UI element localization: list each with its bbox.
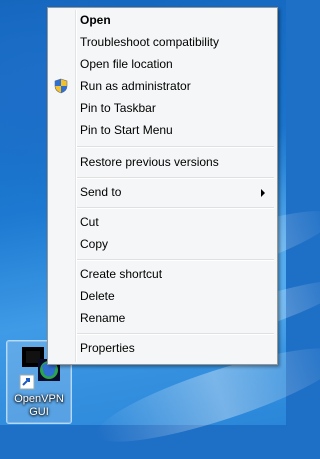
- context-menu: Open Troubleshoot compatibility Open fil…: [47, 7, 278, 365]
- menu-item-label: Copy: [80, 237, 109, 251]
- menu-item-label: Create shortcut: [80, 267, 163, 281]
- desktop-icon-label: OpenVPN GUI: [14, 393, 64, 418]
- menu-item-rename[interactable]: Rename: [51, 307, 274, 329]
- menu-separator: [77, 207, 274, 209]
- menu-item-create-shortcut[interactable]: Create shortcut: [51, 263, 274, 285]
- submenu-arrow-icon: [261, 189, 265, 197]
- menu-item-cut[interactable]: Cut: [51, 211, 274, 233]
- menu-item-label: Pin to Start Menu: [80, 123, 173, 137]
- menu-item-open-file-location[interactable]: Open file location: [51, 53, 274, 75]
- menu-item-delete[interactable]: Delete: [51, 285, 274, 307]
- menu-item-label: Delete: [80, 289, 115, 303]
- menu-separator: [77, 177, 274, 179]
- uac-shield-icon: [54, 78, 68, 94]
- menu-item-pin-to-taskbar[interactable]: Pin to Taskbar: [51, 97, 274, 119]
- menu-item-label: Open: [80, 13, 111, 27]
- menu-item-label: Open file location: [80, 57, 173, 71]
- menu-separator: [77, 333, 274, 335]
- menu-item-open[interactable]: Open: [51, 9, 274, 31]
- menu-item-label: Troubleshoot compatibility: [80, 35, 219, 49]
- menu-item-troubleshoot-compatibility[interactable]: Troubleshoot compatibility: [51, 31, 274, 53]
- menu-item-label: Restore previous versions: [80, 155, 219, 169]
- menu-item-label: Rename: [80, 311, 126, 325]
- menu-item-copy[interactable]: Copy: [51, 233, 274, 255]
- menu-item-properties[interactable]: Properties: [51, 337, 274, 359]
- menu-item-run-as-administrator[interactable]: Run as administrator: [51, 75, 274, 97]
- menu-item-label: Cut: [80, 215, 99, 229]
- menu-item-label: Pin to Taskbar: [80, 101, 156, 115]
- menu-item-label: Properties: [80, 341, 135, 355]
- menu-item-label: Send to: [80, 185, 122, 199]
- menu-separator: [77, 146, 274, 148]
- menu-item-pin-to-start-menu[interactable]: Pin to Start Menu: [51, 119, 274, 141]
- menu-item-restore-previous-versions[interactable]: Restore previous versions: [51, 151, 274, 173]
- menu-separator: [77, 259, 274, 261]
- menu-item-send-to[interactable]: Send to: [51, 181, 274, 203]
- menu-item-label: Run as administrator: [80, 79, 191, 93]
